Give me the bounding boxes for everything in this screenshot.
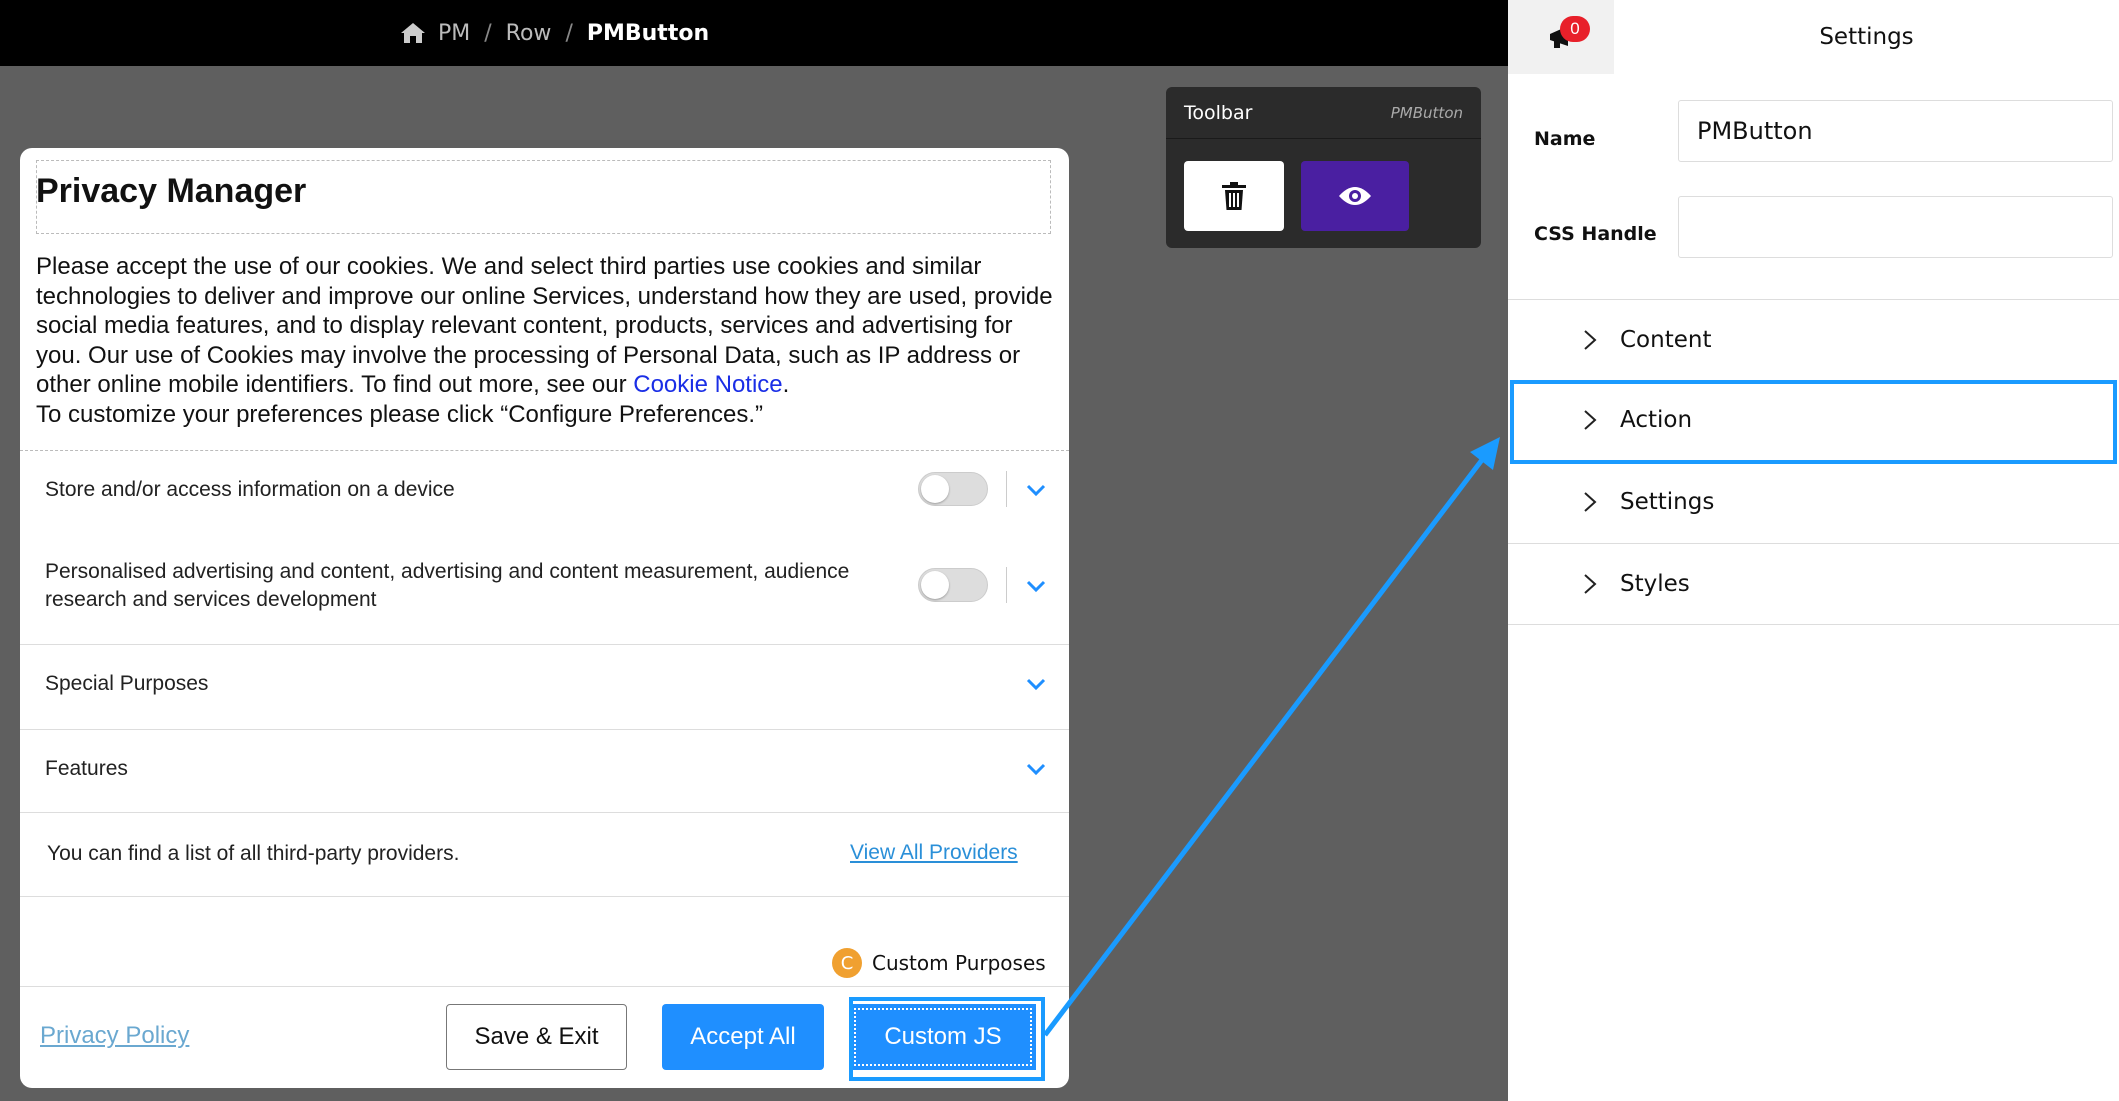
notifications-area[interactable]: 0 xyxy=(1508,0,1614,74)
save-exit-button[interactable]: Save & Exit xyxy=(446,1004,627,1070)
chevron-down-icon[interactable] xyxy=(1026,678,1046,692)
divider xyxy=(20,450,1069,451)
eye-icon xyxy=(1339,187,1371,205)
section-label: Settings xyxy=(1620,489,1715,515)
privacy-policy-link[interactable]: Privacy Policy xyxy=(40,1022,189,1050)
chevron-down-icon[interactable] xyxy=(1026,484,1046,498)
section-label: Styles xyxy=(1620,570,1690,597)
custom-purposes[interactable]: C Custom Purposes xyxy=(832,948,1046,978)
element-toolbar: Toolbar PMButton xyxy=(1166,87,1481,248)
breadcrumb-item-pm[interactable]: PM xyxy=(438,21,470,46)
home-icon[interactable] xyxy=(400,22,426,44)
vertical-divider xyxy=(1006,567,1007,603)
name-label: Name xyxy=(1534,128,1596,150)
toggle-knob xyxy=(921,571,949,599)
toggle-knob xyxy=(921,475,949,503)
description-period: . xyxy=(782,371,790,398)
preview-button[interactable] xyxy=(1301,161,1409,231)
name-field[interactable] xyxy=(1678,100,2113,162)
providers-text: You can find a list of all third-party p… xyxy=(47,842,460,865)
css-handle-label: CSS Handle xyxy=(1534,223,1657,245)
description-line2: To customize your preferences please cli… xyxy=(36,400,763,428)
section-content[interactable]: Content xyxy=(1508,299,2119,379)
purpose-toggle[interactable] xyxy=(918,568,988,602)
divider xyxy=(20,812,1069,813)
toolbar-header: Toolbar PMButton xyxy=(1166,87,1481,139)
breadcrumb-item-current: PMButton xyxy=(586,20,710,46)
breadcrumb-separator: / xyxy=(484,20,492,46)
purpose-toggle[interactable] xyxy=(918,472,988,506)
divider xyxy=(20,729,1069,730)
divider xyxy=(1508,624,2119,625)
modal-description: Please accept the use of our cookies. We… xyxy=(36,252,1056,429)
section-settings[interactable]: Settings xyxy=(1508,462,2119,542)
accept-all-button[interactable]: Accept All xyxy=(662,1004,824,1070)
privacy-manager-modal: Privacy Manager Please accept the use of… xyxy=(20,148,1069,1088)
trash-icon xyxy=(1222,182,1246,210)
editor-canvas: PM / Row / PMButton Toolbar PMButton Pri… xyxy=(0,0,1508,1101)
top-bar: PM / Row / PMButton xyxy=(0,0,1508,66)
divider xyxy=(20,896,1069,897)
action-section-highlight xyxy=(1510,380,2117,464)
purpose-label: Personalised advertising and content, ad… xyxy=(45,560,850,611)
selected-element-highlight xyxy=(849,997,1045,1081)
chevron-right-icon xyxy=(1584,574,1597,594)
divider xyxy=(20,644,1069,645)
settings-panel: 0 Settings Name CSS Handle Content Actio… xyxy=(1508,0,2119,1101)
chevron-down-icon[interactable] xyxy=(1026,580,1046,594)
chevron-down-icon[interactable] xyxy=(1026,763,1046,777)
breadcrumb-item-row[interactable]: Row xyxy=(506,21,552,46)
description-text: Please accept the use of our cookies. We… xyxy=(36,253,1053,398)
breadcrumb-separator: / xyxy=(565,20,573,46)
delete-button[interactable] xyxy=(1184,161,1284,231)
chevron-right-icon xyxy=(1584,330,1597,350)
special-purposes-label: Special Purposes xyxy=(45,672,209,695)
custom-purposes-badge: C xyxy=(832,948,862,978)
modal-title: Privacy Manager xyxy=(36,172,307,210)
purpose-label: Store and/or access information on a dev… xyxy=(45,478,455,501)
section-styles[interactable]: Styles xyxy=(1508,543,2119,623)
section-label: Content xyxy=(1620,326,1712,353)
custom-purposes-label: Custom Purposes xyxy=(872,951,1046,975)
view-all-providers-link[interactable]: View All Providers xyxy=(850,841,1018,865)
chevron-right-icon xyxy=(1584,492,1597,512)
vertical-divider xyxy=(1006,471,1007,507)
notification-count-badge: 0 xyxy=(1560,16,1590,42)
toolbar-element-name: PMButton xyxy=(1390,103,1463,122)
css-handle-field[interactable] xyxy=(1678,196,2113,258)
panel-title: Settings xyxy=(1819,24,1914,50)
cookie-notice-link[interactable]: Cookie Notice xyxy=(633,371,782,398)
features-label: Features xyxy=(45,757,128,780)
breadcrumb: PM / Row / PMButton xyxy=(400,18,709,48)
toolbar-title: Toolbar xyxy=(1184,101,1253,124)
